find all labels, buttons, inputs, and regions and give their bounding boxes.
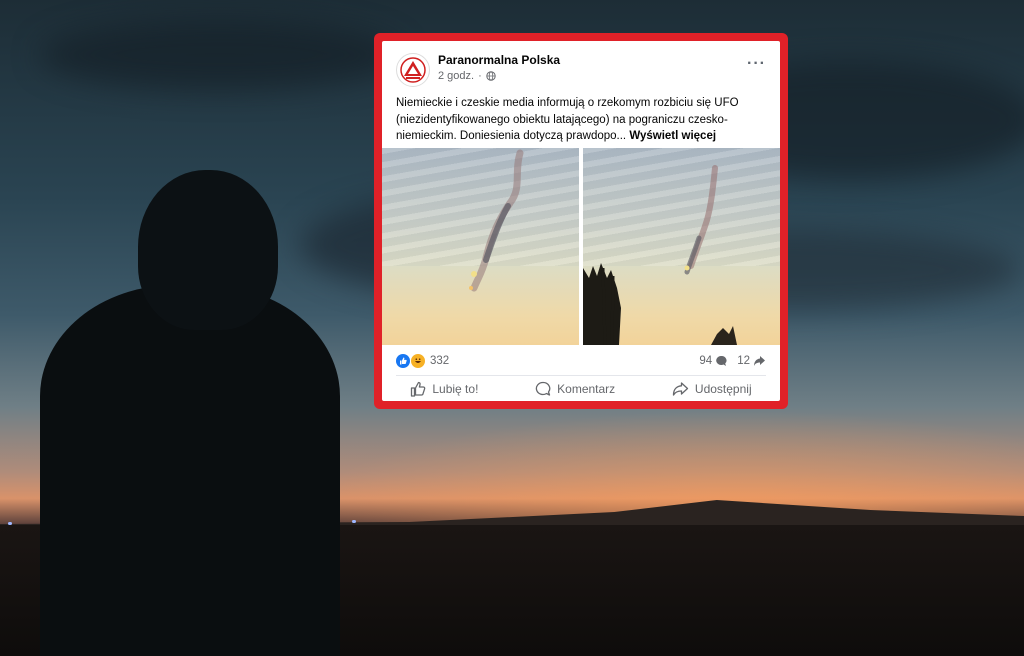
actions-divider	[396, 375, 766, 376]
distant-light	[8, 522, 12, 525]
cloud	[40, 20, 400, 90]
share-label: Udostępnij	[694, 382, 752, 396]
post-text: Niemieckie i czeskie media informują o r…	[396, 95, 768, 145]
post-meta: 2 godz. ·	[438, 70, 560, 82]
post-header: Paranormalna Polska 2 godz. ·	[396, 53, 560, 87]
haha-reaction-icon	[410, 353, 426, 369]
reactions-count: 332	[430, 355, 450, 367]
page-avatar[interactable]	[396, 53, 430, 87]
smoke-trail-and-trees	[583, 165, 737, 345]
comment-bubble-icon	[716, 355, 727, 366]
post-actions-bar: Lubię to! Komentarz Udostępnij	[382, 377, 780, 401]
comment-icon	[535, 381, 551, 396]
post-header-text: Paranormalna Polska 2 godz. ·	[438, 53, 560, 82]
like-button[interactable]: Lubię to!	[400, 379, 488, 399]
post-content: Paranormalna Polska 2 godz. · ··· Niemie…	[382, 41, 780, 401]
thumbs-up-icon	[411, 381, 426, 397]
post-timestamp[interactable]: 2 godz.	[438, 70, 474, 82]
share-button[interactable]: Udostępnij	[662, 379, 762, 399]
reactions-summary[interactable]: 332	[396, 353, 449, 369]
shares-count-link[interactable]: 12	[737, 355, 766, 367]
engagement-stats: 332 94 12	[396, 352, 766, 370]
like-reaction-icon	[396, 354, 410, 368]
more-options-button[interactable]: ···	[747, 55, 766, 73]
comments-count-link[interactable]: 94	[699, 355, 727, 367]
paranormalna-logo-icon	[400, 57, 426, 83]
comment-button[interactable]: Komentarz	[525, 379, 625, 399]
share-icon	[672, 382, 689, 396]
hooded-person-silhouette	[40, 285, 340, 656]
hooded-person-head	[138, 170, 278, 330]
comment-label: Komentarz	[557, 382, 616, 396]
globe-icon	[486, 70, 496, 81]
post-photo-1[interactable]	[382, 148, 579, 345]
comments-count: 94	[699, 355, 713, 367]
post-photo-2[interactable]	[583, 148, 780, 345]
shares-count: 12	[737, 355, 750, 367]
post-media[interactable]	[382, 148, 780, 345]
meta-separator: ·	[478, 69, 482, 82]
smoke-trail	[469, 149, 524, 292]
page-name-link[interactable]: Paranormalna Polska	[438, 53, 560, 67]
comments-shares-counts: 94 12	[699, 355, 766, 367]
share-arrow-icon	[754, 356, 765, 366]
distant-light	[352, 520, 356, 523]
facebook-post-card: Paranormalna Polska 2 godz. · ··· Niemie…	[374, 33, 788, 409]
like-label: Lubię to!	[432, 382, 479, 396]
see-more-link[interactable]: Wyświetl więcej	[629, 130, 716, 142]
